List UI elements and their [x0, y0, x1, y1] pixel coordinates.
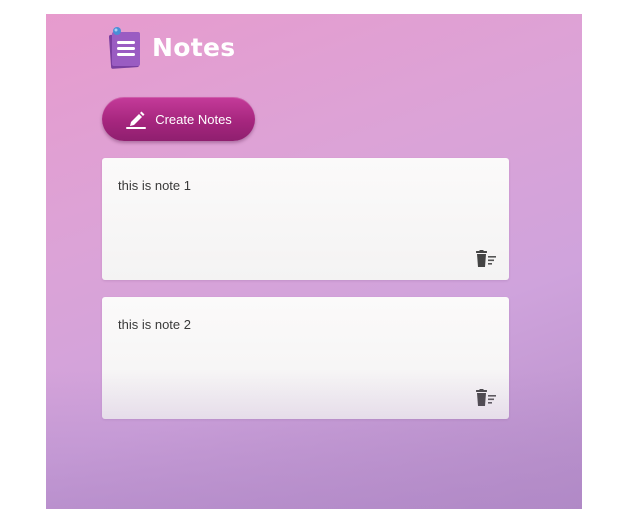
- pencil-icon: [125, 109, 147, 129]
- page-title: Notes: [152, 32, 236, 62]
- note-card[interactable]: this is note 2: [102, 297, 509, 419]
- notepad-icon: [106, 26, 146, 70]
- header: Notes: [106, 26, 235, 70]
- note-text[interactable]: this is note 2: [118, 317, 191, 332]
- delete-icon[interactable]: [475, 250, 497, 268]
- create-notes-button[interactable]: Create Notes: [102, 97, 255, 141]
- delete-icon[interactable]: [475, 389, 497, 407]
- create-notes-label: Create Notes: [155, 111, 232, 127]
- note-card[interactable]: this is note 1: [102, 158, 509, 280]
- app-container: Notes Create Notes this is note 1 this i…: [46, 14, 582, 509]
- note-text[interactable]: this is note 1: [118, 178, 191, 193]
